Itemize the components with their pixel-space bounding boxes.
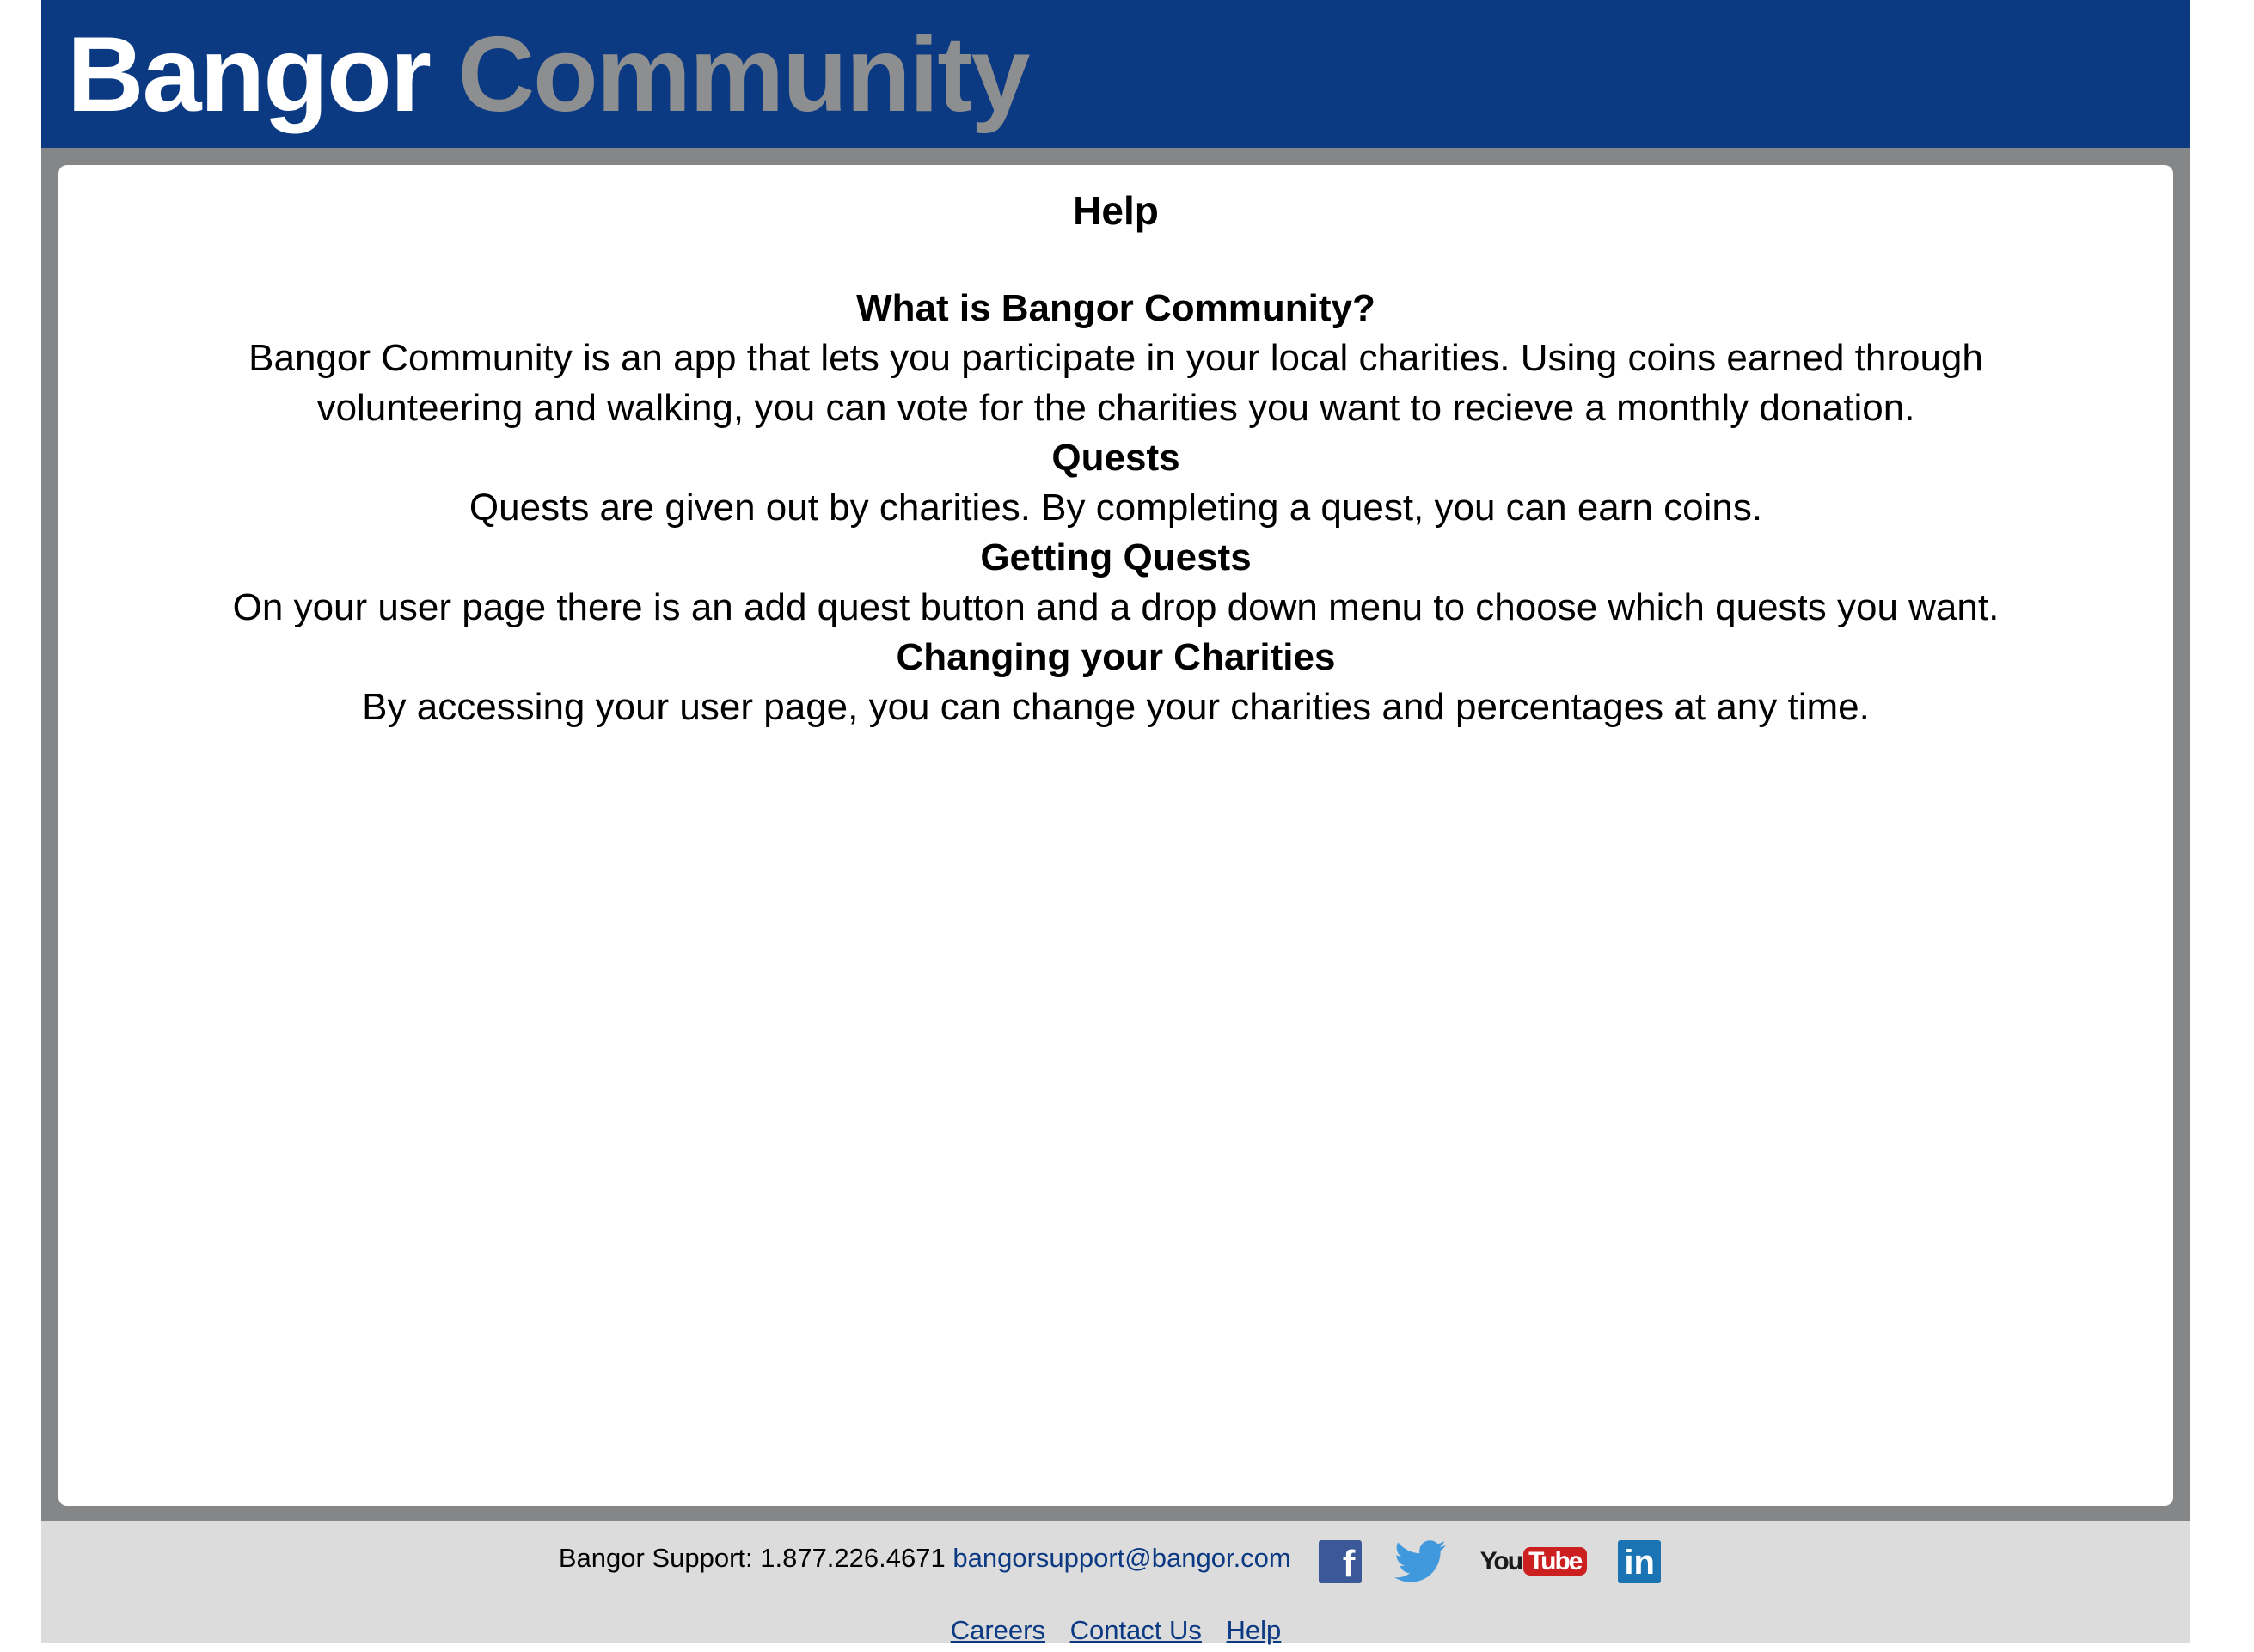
site-footer: Bangor Support: 1.877.226.4671 bangorsup… (41, 1521, 2190, 1645)
page-frame: Bangor Community Help What is Bangor Com… (41, 0, 2190, 1645)
site-logo[interactable]: Bangor Community (67, 10, 1030, 139)
linkedin-icon[interactable]: in (1618, 1539, 1662, 1583)
help-content-card: Help What is Bangor Community? Bangor Co… (58, 165, 2173, 1506)
help-section: What is Bangor Community? Bangor Communi… (144, 284, 2087, 433)
help-section: Getting Quests On your user page there i… (144, 533, 2087, 633)
help-sections: What is Bangor Community? Bangor Communi… (144, 284, 2087, 732)
youtube-icon[interactable]: You Tube (1480, 1542, 1587, 1582)
section-body-line: On your user page there is an add quest … (232, 586, 2000, 628)
support-email-link[interactable]: bangorsupport@bangor.com (952, 1543, 1290, 1573)
section-heading: Getting Quests (980, 536, 1252, 578)
section-body-line: Bangor Community is an app that lets you… (248, 337, 1983, 379)
section-body-line: volunteering and walking, you can vote f… (316, 387, 1915, 429)
section-heading: What is Bangor Community? (856, 287, 1375, 329)
facebook-icon[interactable]: f (1319, 1539, 1363, 1585)
support-phone: Bangor Support: 1.877.226.4671 (558, 1543, 946, 1573)
brand-name-secondary: Community (457, 15, 1030, 134)
footer-nav: Careers Contact Us Help (41, 1609, 2190, 1652)
footer-link-careers[interactable]: Careers (951, 1615, 1045, 1645)
site-header: Bangor Community (41, 0, 2190, 148)
footer-link-help[interactable]: Help (1227, 1615, 1282, 1645)
help-section: Quests Quests are given out by charities… (144, 433, 2087, 533)
social-links: f You Tube in (1307, 1539, 1673, 1585)
section-heading: Quests (1051, 437, 1180, 479)
twitter-icon[interactable] (1393, 1539, 1449, 1583)
section-body-line: By accessing your user page, you can cha… (362, 686, 1870, 728)
section-heading: Changing your Charities (896, 636, 1336, 678)
footer-link-contact-us[interactable]: Contact Us (1070, 1615, 1202, 1645)
brand-name-primary: Bangor (67, 15, 432, 134)
help-section: Changing your Charities By accessing you… (144, 633, 2087, 732)
support-contact: Bangor Support: 1.877.226.4671 bangorsup… (41, 1537, 2190, 1585)
section-body-line: Quests are given out by charities. By co… (469, 486, 1763, 529)
page-title: Help (1073, 188, 1159, 233)
